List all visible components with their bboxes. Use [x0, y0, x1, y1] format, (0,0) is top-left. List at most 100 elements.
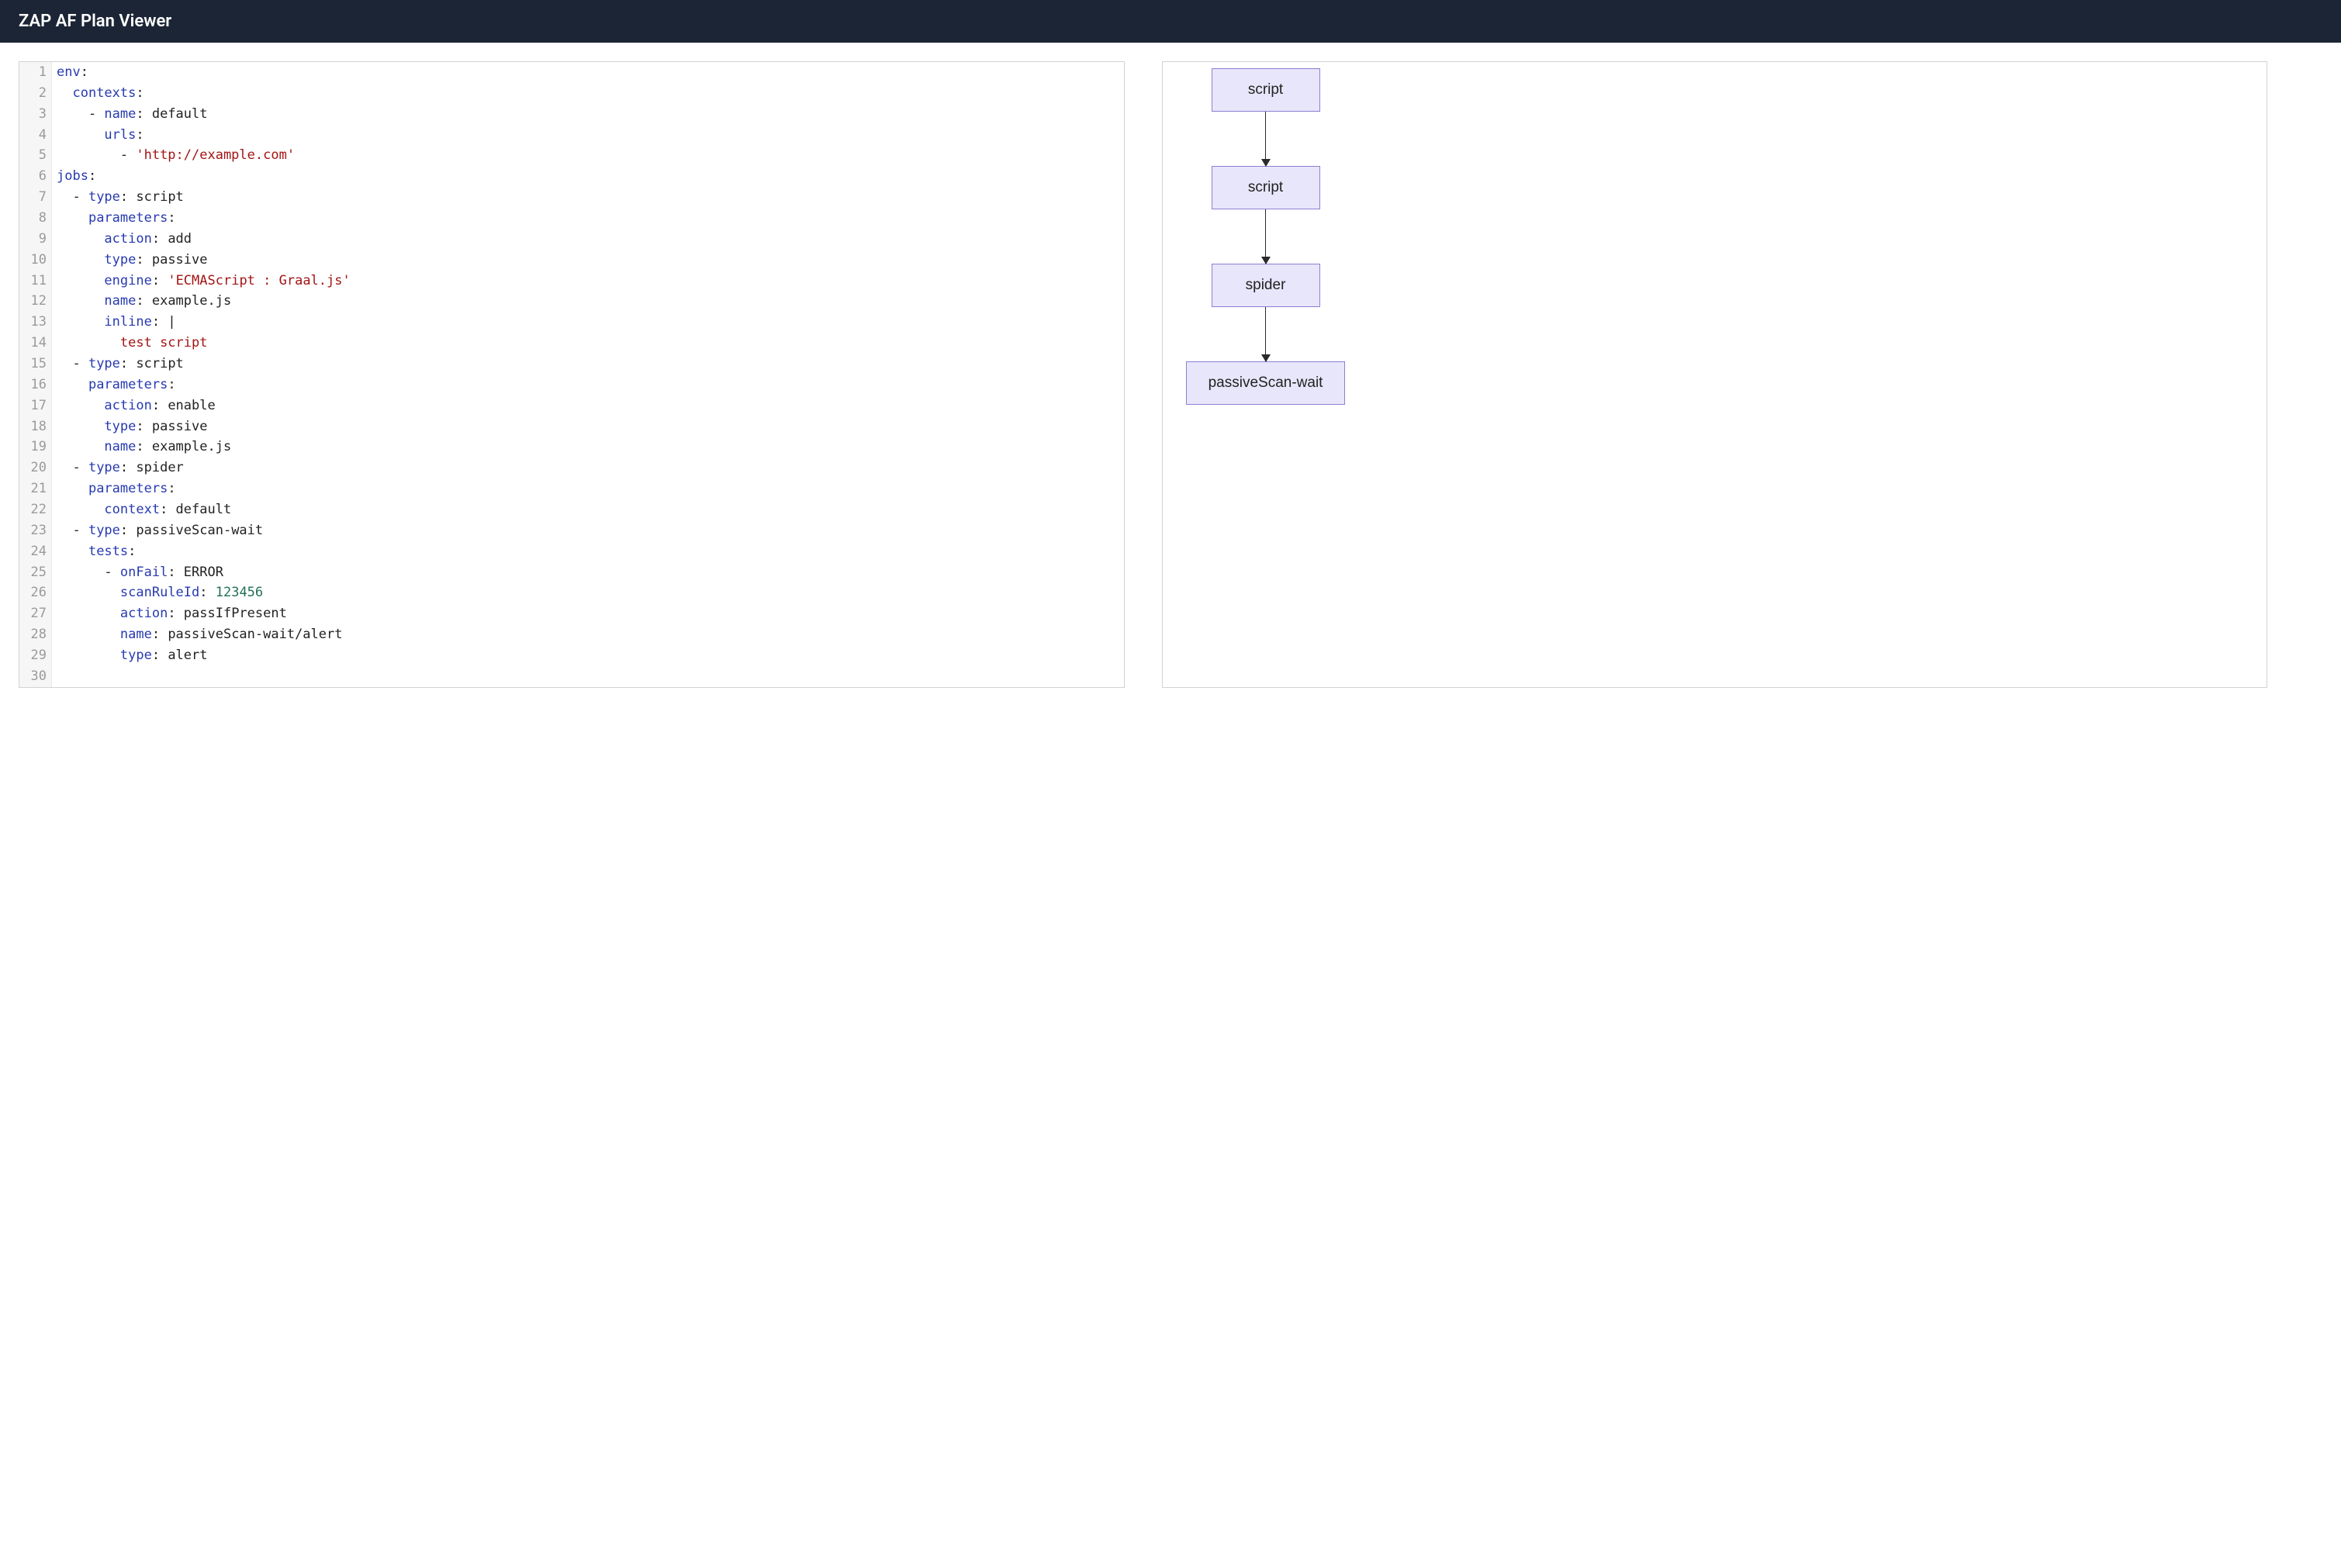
- code-content[interactable]: parameters:: [52, 478, 176, 499]
- main-content: 1env:2 contexts:3 - name: default4 urls:…: [0, 43, 2341, 706]
- line-number: 8: [19, 208, 52, 229]
- line-number: 1: [19, 62, 52, 83]
- code-line[interactable]: 25 - onFail: ERROR: [19, 562, 1124, 583]
- code-line[interactable]: 8 parameters:: [19, 208, 1124, 229]
- code-line[interactable]: 14 test script: [19, 333, 1124, 354]
- line-number: 3: [19, 104, 52, 125]
- code-line[interactable]: 10 type: passive: [19, 250, 1124, 271]
- code-content[interactable]: engine: 'ECMAScript : Graal.js': [52, 271, 351, 292]
- flow-edge: [1265, 307, 1267, 361]
- flow-node[interactable]: spider: [1212, 264, 1320, 307]
- line-number: 9: [19, 229, 52, 250]
- code-content[interactable]: - 'http://example.com': [52, 145, 295, 166]
- line-number: 18: [19, 416, 52, 437]
- line-number: 16: [19, 375, 52, 395]
- code-line[interactable]: 18 type: passive: [19, 416, 1124, 437]
- line-number: 19: [19, 437, 52, 458]
- line-number: 21: [19, 478, 52, 499]
- code-line[interactable]: 15 - type: script: [19, 354, 1124, 375]
- flow-node[interactable]: passiveScan-wait: [1186, 361, 1346, 405]
- code-content[interactable]: - onFail: ERROR: [52, 562, 223, 583]
- code-line[interactable]: 27 action: passIfPresent: [19, 603, 1124, 624]
- flow-node[interactable]: script: [1212, 166, 1320, 209]
- line-number: 15: [19, 354, 52, 375]
- flow-edge: [1265, 112, 1267, 166]
- code-line[interactable]: 9 action: add: [19, 229, 1124, 250]
- code-content[interactable]: urls:: [52, 125, 144, 146]
- line-number: 10: [19, 250, 52, 271]
- code-line[interactable]: 26 scanRuleId: 123456: [19, 582, 1124, 603]
- code-line[interactable]: 30: [19, 666, 1124, 687]
- app-header: ZAP AF Plan Viewer: [0, 0, 2341, 43]
- code-line[interactable]: 13 inline: |: [19, 312, 1124, 333]
- code-line[interactable]: 23 - type: passiveScan-wait: [19, 520, 1124, 541]
- plan-flowchart: script script spider passiveScan-wait: [1186, 68, 1346, 405]
- code-line[interactable]: 16 parameters:: [19, 375, 1124, 395]
- code-line[interactable]: 17 action: enable: [19, 395, 1124, 416]
- line-number: 23: [19, 520, 52, 541]
- code-content[interactable]: scanRuleId: 123456: [52, 582, 263, 603]
- code-line[interactable]: 21 parameters:: [19, 478, 1124, 499]
- line-number: 17: [19, 395, 52, 416]
- line-number: 13: [19, 312, 52, 333]
- code-line[interactable]: 4 urls:: [19, 125, 1124, 146]
- code-content[interactable]: [52, 666, 57, 687]
- code-content[interactable]: action: enable: [52, 395, 216, 416]
- code-content[interactable]: parameters:: [52, 208, 176, 229]
- code-line[interactable]: 5 - 'http://example.com': [19, 145, 1124, 166]
- line-number: 24: [19, 541, 52, 562]
- line-number: 11: [19, 271, 52, 292]
- code-content[interactable]: jobs:: [52, 166, 96, 187]
- code-line[interactable]: 1env:: [19, 62, 1124, 83]
- code-line[interactable]: 29 type: alert: [19, 645, 1124, 666]
- code-content[interactable]: - type: script: [52, 354, 184, 375]
- code-content[interactable]: env:: [52, 62, 88, 83]
- line-number: 5: [19, 145, 52, 166]
- code-content[interactable]: type: passive: [52, 416, 208, 437]
- code-content[interactable]: name: example.js: [52, 437, 231, 458]
- code-content[interactable]: parameters:: [52, 375, 176, 395]
- flow-node[interactable]: script: [1212, 68, 1320, 112]
- line-number: 26: [19, 582, 52, 603]
- code-content[interactable]: tests:: [52, 541, 136, 562]
- line-number: 20: [19, 458, 52, 478]
- code-content[interactable]: context: default: [52, 499, 231, 520]
- code-line[interactable]: 12 name: example.js: [19, 291, 1124, 312]
- code-content[interactable]: - type: passiveScan-wait: [52, 520, 263, 541]
- code-line[interactable]: 6jobs:: [19, 166, 1124, 187]
- code-line[interactable]: 20 - type: spider: [19, 458, 1124, 478]
- line-number: 12: [19, 291, 52, 312]
- code-content[interactable]: type: alert: [52, 645, 208, 666]
- code-content[interactable]: - type: spider: [52, 458, 184, 478]
- line-number: 6: [19, 166, 52, 187]
- app-title: ZAP AF Plan Viewer: [19, 12, 171, 31]
- code-content[interactable]: action: add: [52, 229, 192, 250]
- code-content[interactable]: inline: |: [52, 312, 176, 333]
- code-content[interactable]: - type: script: [52, 187, 184, 208]
- code-line[interactable]: 11 engine: 'ECMAScript : Graal.js': [19, 271, 1124, 292]
- code-content[interactable]: test script: [52, 333, 207, 354]
- code-content[interactable]: contexts:: [52, 83, 144, 104]
- code-line[interactable]: 19 name: example.js: [19, 437, 1124, 458]
- line-number: 22: [19, 499, 52, 520]
- code-content[interactable]: - name: default: [52, 104, 208, 125]
- line-number: 14: [19, 333, 52, 354]
- code-content[interactable]: name: example.js: [52, 291, 231, 312]
- code-line[interactable]: 2 contexts:: [19, 83, 1124, 104]
- line-number: 28: [19, 624, 52, 645]
- line-number: 30: [19, 666, 52, 687]
- yaml-editor[interactable]: 1env:2 contexts:3 - name: default4 urls:…: [19, 61, 1125, 688]
- code-line[interactable]: 3 - name: default: [19, 104, 1124, 125]
- line-number: 25: [19, 562, 52, 583]
- code-content[interactable]: type: passive: [52, 250, 208, 271]
- line-number: 27: [19, 603, 52, 624]
- code-line[interactable]: 28 name: passiveScan-wait/alert: [19, 624, 1124, 645]
- code-content[interactable]: action: passIfPresent: [52, 603, 287, 624]
- line-number: 7: [19, 187, 52, 208]
- code-content[interactable]: name: passiveScan-wait/alert: [52, 624, 342, 645]
- code-line[interactable]: 7 - type: script: [19, 187, 1124, 208]
- code-line[interactable]: 24 tests:: [19, 541, 1124, 562]
- code-line[interactable]: 22 context: default: [19, 499, 1124, 520]
- plan-diagram-panel: script script spider passiveScan-wait: [1162, 61, 2268, 688]
- flow-edge: [1265, 209, 1267, 264]
